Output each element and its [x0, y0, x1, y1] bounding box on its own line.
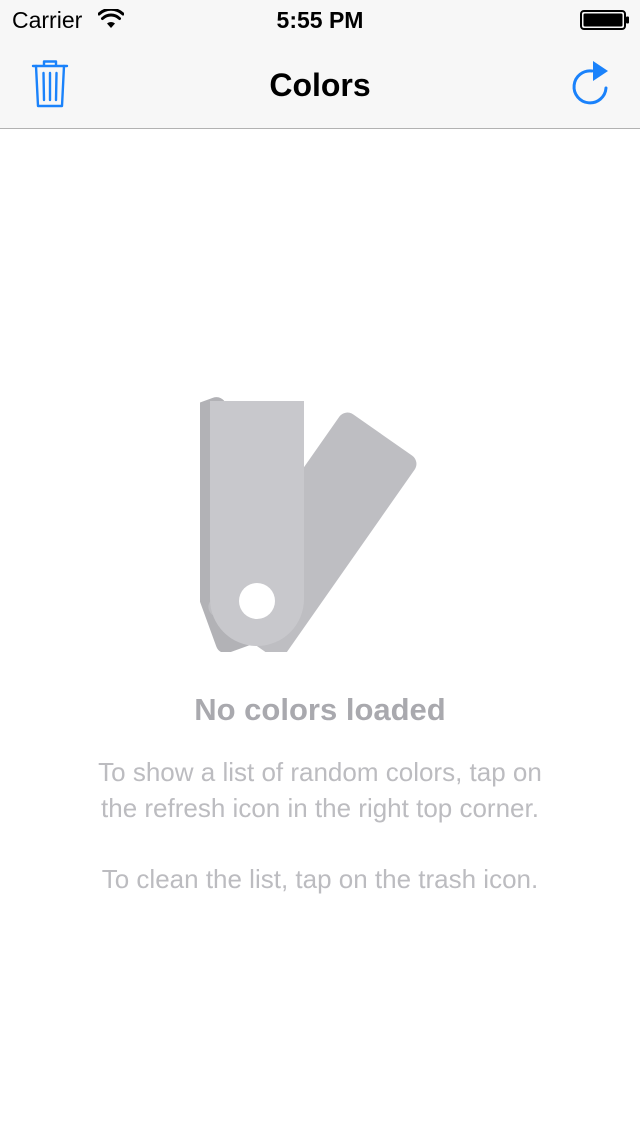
battery-full-icon [580, 10, 629, 30]
empty-state-clean-hint: To clean the list, tap on the trash icon… [101, 864, 539, 894]
color-swatch-icon [138, 396, 464, 659]
refresh-icon [572, 61, 608, 105]
refresh-button[interactable] [560, 54, 620, 114]
page-title: Colors [269, 67, 371, 103]
status-time: 5:55 PM [276, 7, 364, 33]
empty-state-title: No colors loaded [194, 692, 446, 727]
status-bar: Carrier 5:55 PM [0, 0, 640, 40]
empty-state-refresh-hint: To show a list of random colors, tap on … [98, 757, 542, 823]
navigation-bar: Colors [0, 40, 640, 129]
